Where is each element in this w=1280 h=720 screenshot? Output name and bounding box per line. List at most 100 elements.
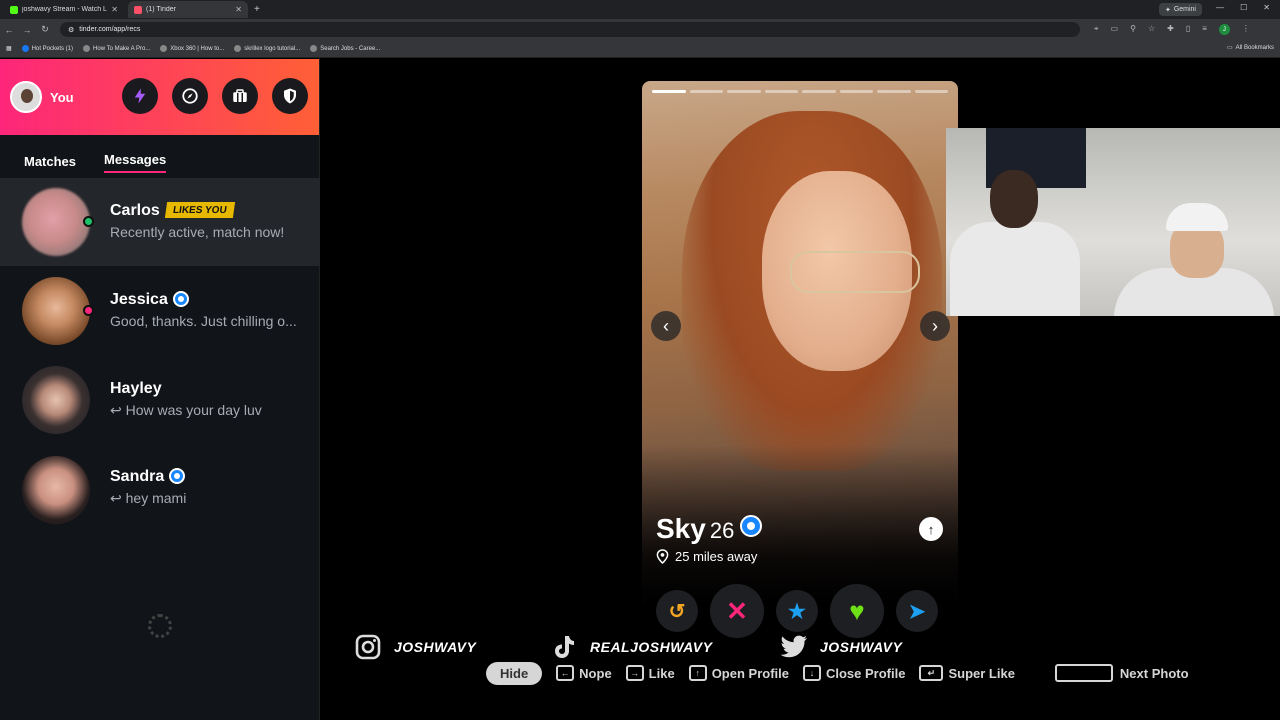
maximize-icon[interactable]: ☐ xyxy=(1240,3,1247,12)
list-item[interactable]: Jessica Good, thanks. Just chilling o... xyxy=(0,267,320,355)
webcam-person xyxy=(1114,198,1274,316)
forward-icon[interactable]: → xyxy=(18,25,36,35)
shortcut-like: → Like xyxy=(625,665,675,681)
bookmarks-bar: ▦ Hot Pockets (1) How To Make A Pro... X… xyxy=(0,40,1280,58)
minimize-icon[interactable]: — xyxy=(1216,3,1224,12)
shortcut-open-profile: ↑ Open Profile xyxy=(688,665,789,681)
tab-messages[interactable]: Messages xyxy=(104,152,167,173)
super-like-button[interactable]: ★ xyxy=(776,590,818,632)
site-info-icon[interactable]: ⚙ xyxy=(68,26,74,34)
down-arrow-key-icon: ↓ xyxy=(802,665,821,681)
reading-icon[interactable]: ≡ xyxy=(1202,24,1207,35)
profile-avatar[interactable]: J xyxy=(1218,24,1230,35)
right-arrow-key-icon: → xyxy=(625,665,644,681)
photo-indicator[interactable] xyxy=(652,90,686,93)
list-item[interactable]: Sandra ↩ hey mami xyxy=(0,446,320,534)
cast-icon[interactable]: ▭ xyxy=(1111,24,1119,35)
browser-tab-tinder[interactable]: (1) Tinder ✕ xyxy=(128,1,248,18)
photo-indicator[interactable] xyxy=(802,90,836,93)
photo-indicator[interactable] xyxy=(689,90,723,93)
conversation-name: Jessica xyxy=(110,291,189,309)
you-label[interactable]: You xyxy=(50,90,74,105)
verified-badge-icon xyxy=(172,291,189,307)
globe-icon xyxy=(160,45,168,52)
briefcase-icon xyxy=(233,89,247,102)
browser-tab-kick[interactable]: joshwavy Stream - Watch Live o ✕ xyxy=(4,1,124,18)
left-arrow-key-icon: ← xyxy=(556,665,575,681)
bookmark-item[interactable]: How To Make A Pro... xyxy=(83,45,150,52)
chevron-left-icon: ‹ xyxy=(663,315,669,336)
instagram-icon xyxy=(354,633,382,661)
likes-you-badge: LIKES YOU xyxy=(164,202,235,218)
address-bar-row: ← → ↻ ⚙ tinder.com/app/recs ⌖ ▭ ⚲ ☆ ✚ ▯ … xyxy=(0,19,1280,40)
list-item[interactable]: Hayley ↩ How was your day luv xyxy=(0,356,320,444)
photo-indicator[interactable] xyxy=(727,90,761,93)
bookmark-item[interactable]: Hot Pockets (1) xyxy=(21,45,73,52)
menu-icon[interactable]: ⋮ xyxy=(1242,24,1250,35)
all-bookmarks[interactable]: ▭ All Bookmarks xyxy=(1227,44,1274,52)
profile-age: 26 xyxy=(709,518,735,543)
verified-badge-icon xyxy=(740,515,763,537)
photo-indicator[interactable] xyxy=(877,90,911,93)
online-indicator xyxy=(83,216,94,227)
new-tab-button[interactable]: + xyxy=(254,4,260,15)
boost-icon: ➤ xyxy=(908,600,926,623)
loading-spinner-icon xyxy=(148,614,172,638)
explore-button[interactable] xyxy=(172,78,208,114)
list-item[interactable]: Carlos LIKES YOU Recently active, match n… xyxy=(0,178,320,266)
work-button[interactable] xyxy=(222,78,258,114)
avatar xyxy=(22,366,90,434)
like-button[interactable]: ♥ xyxy=(830,584,884,638)
sidepanel-icon[interactable]: ▯ xyxy=(1186,24,1190,35)
boost-button[interactable]: ➤ xyxy=(896,590,938,632)
gemini-button[interactable]: ✦ Gemini xyxy=(1158,3,1202,16)
shortcut-super-like: ↵ Super Like xyxy=(919,665,1015,681)
twitter-icon xyxy=(780,633,808,661)
open-profile-button[interactable]: ↑ xyxy=(919,517,943,541)
close-tab-icon[interactable]: ✕ xyxy=(111,5,118,14)
photo-progress xyxy=(652,90,948,93)
bookmark-item[interactable]: Xbox 360 | How to... xyxy=(160,45,224,52)
boost-button[interactable] xyxy=(122,78,158,114)
tab-matches[interactable]: Matches xyxy=(24,154,76,173)
profile-card[interactable]: ‹ › Sky 26 25 miles away ↑ xyxy=(642,81,958,605)
safety-button[interactable] xyxy=(272,78,308,114)
online-indicator xyxy=(83,305,94,316)
close-tab-icon[interactable]: ✕ xyxy=(235,5,242,14)
bookmark-star-icon[interactable]: ☆ xyxy=(1148,24,1155,35)
reload-icon[interactable]: ↻ xyxy=(36,24,54,35)
tiktok-handle: REALJOSHWAVY xyxy=(550,633,712,661)
tinder-favicon-icon xyxy=(134,5,142,14)
photo-indicator[interactable] xyxy=(839,90,873,93)
url-field[interactable]: ⚙ tinder.com/app/recs xyxy=(60,22,1080,37)
conversation-name: Carlos LIKES YOU xyxy=(110,202,235,220)
conversation-name: Sandra xyxy=(110,468,186,486)
keyboard-shortcuts-bar: Hide ← Nope → Like ↑ Open Profile ↓ Close Pr… xyxy=(486,661,1189,685)
profile-photo-glasses xyxy=(790,251,920,293)
tiktok-icon xyxy=(550,633,578,661)
avatar xyxy=(22,188,90,256)
compass-icon xyxy=(182,88,198,104)
webcam-person xyxy=(950,170,1080,316)
rewind-button[interactable]: ↺ xyxy=(656,590,698,632)
shortcut-close-profile: ↓ Close Profile xyxy=(802,665,905,681)
avatar[interactable] xyxy=(10,81,42,113)
hide-shortcuts-button[interactable]: Hide xyxy=(486,661,543,685)
apps-grid-icon[interactable]: ▦ xyxy=(6,45,12,52)
bookmark-item[interactable]: Search Jobs - Caree... xyxy=(310,45,380,52)
zoom-icon[interactable]: ⚲ xyxy=(1130,24,1136,35)
location-icon[interactable]: ⌖ xyxy=(1094,24,1099,35)
window-controls: — ☐ ✕ xyxy=(1216,3,1270,12)
super-like-icon: ★ xyxy=(788,600,806,623)
back-icon[interactable]: ← xyxy=(0,25,18,35)
conversation-preview: Good, thanks. Just chilling o... xyxy=(110,313,297,329)
header-icons xyxy=(122,78,308,114)
nope-button[interactable]: ✕ xyxy=(710,584,764,638)
extensions-icon[interactable]: ✚ xyxy=(1167,24,1174,35)
close-window-icon[interactable]: ✕ xyxy=(1263,3,1270,12)
photo-indicator[interactable] xyxy=(764,90,798,93)
photo-indicator[interactable] xyxy=(914,90,948,93)
bookmark-item[interactable]: skrillex logo tutorial... xyxy=(234,45,300,52)
stream-socials: JOSHWAVY REALJOSHWAVY JOSHWAVY xyxy=(354,633,1274,661)
previous-photo-button[interactable]: ‹ xyxy=(651,311,681,341)
